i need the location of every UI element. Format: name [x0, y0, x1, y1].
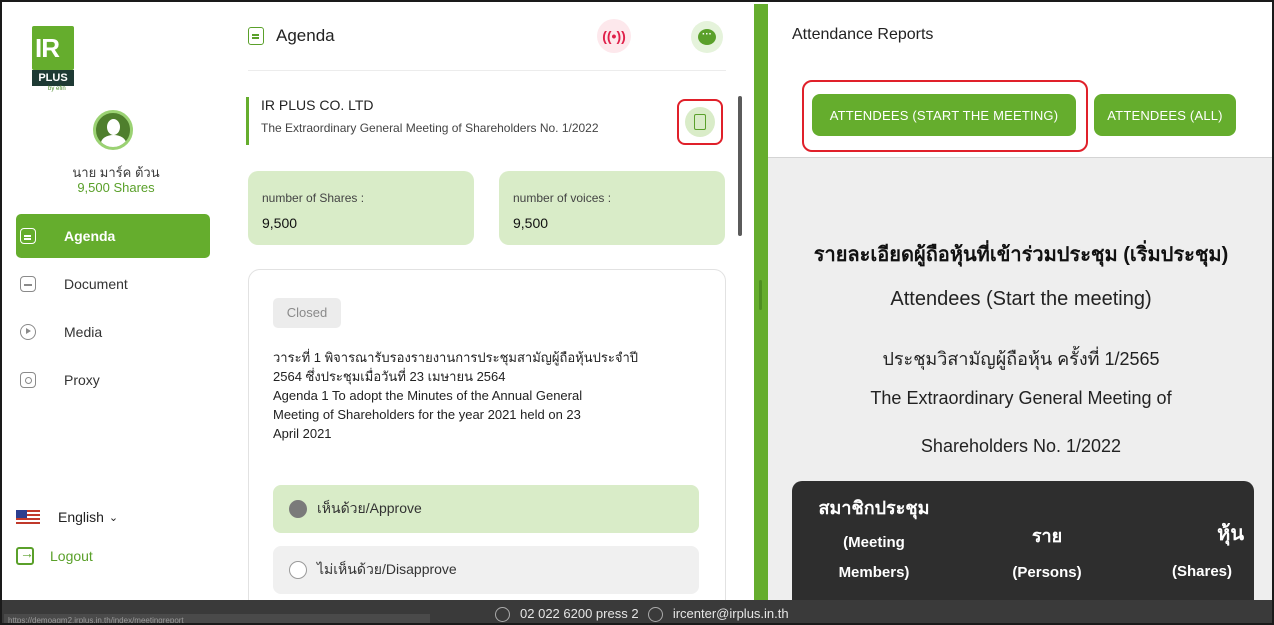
agenda-icon: [20, 228, 36, 244]
report-content: รายละเอียดผู้ถือหุ้นที่เข้าร่วมประชุม (เ…: [768, 158, 1272, 600]
vote-label: เห็นด้วย/Approve: [317, 500, 422, 516]
radio-unchecked-icon[interactable]: [289, 561, 307, 579]
stat-label: number of Shares :: [262, 191, 365, 205]
panel-splitter[interactable]: [754, 4, 768, 600]
us-flag-icon: [16, 510, 40, 524]
attendees-all-button[interactable]: ATTENDEES (ALL): [1094, 94, 1236, 136]
footer: 02 022 6200 press 2 ircenter@irplus.in.t…: [2, 600, 1272, 623]
irplus-logo[interactable]: IR PLUS by efin: [32, 26, 74, 92]
persons-column: ราย (Persons): [992, 521, 1102, 588]
email-icon: [648, 607, 664, 623]
stat-value: 9,500: [262, 215, 298, 231]
company-name: IR PLUS CO. LTD: [261, 97, 374, 113]
agenda-line: Agenda 1 To adopt the Minutes of the Ann…: [273, 388, 583, 403]
logo-by-text: by efin: [48, 86, 66, 92]
chat-button[interactable]: ···: [691, 21, 723, 53]
report-heading-en: Attendees (Start the meeting): [890, 288, 1152, 310]
members-en-label: (Meeting: [843, 534, 905, 551]
vote-label: ไม่เห็นด้วย/Disapprove: [317, 561, 457, 577]
language-selector[interactable]: English ⌄: [16, 509, 118, 525]
agenda-title: Agenda: [276, 26, 335, 45]
language-label: English: [58, 509, 104, 525]
agenda-item-card: Closed วาระที่ 1 พิจารณารับรองรายงานการป…: [248, 269, 726, 600]
highlight-box: [802, 80, 1088, 152]
media-icon: [20, 324, 36, 340]
live-broadcast-icon: ((•)): [602, 28, 626, 44]
report-toolbar: ATTENDEES (START THE MEETING) ATTENDEES …: [768, 70, 1272, 158]
shares-en-label: (Shares): [1171, 563, 1233, 580]
logout-button[interactable]: Logout: [16, 545, 93, 565]
agenda-line: วาระที่ 1 พิจารณารับรองรายงานการประชุมสา…: [273, 350, 639, 365]
shares-stat-card: number of Shares : 9,500: [248, 171, 474, 245]
sidebar-item-proxy[interactable]: Proxy: [16, 358, 210, 402]
meeting-name-en-2: Shareholders No. 1/2022: [920, 436, 1122, 456]
agenda-line: 2564 ซึ่งประชุมเมื่อวันที่ 23 เมษายน 256…: [273, 369, 506, 384]
sidebar-item-label: Document: [64, 276, 128, 292]
agenda-line: April 2021: [273, 426, 332, 441]
stat-value: 9,500: [513, 215, 549, 231]
radio-checked-icon[interactable]: [289, 500, 307, 518]
persons-th-label: ราย: [1031, 526, 1063, 546]
sidebar-item-label: Proxy: [64, 372, 100, 388]
report-heading-th: รายละเอียดผู้ถือหุ้นที่เข้าร่วมประชุม (เ…: [813, 244, 1229, 266]
report-panel: Attendance Reports ATTENDEES (START THE …: [768, 4, 1272, 600]
proxy-icon: [20, 372, 36, 388]
chat-icon: ···: [698, 29, 716, 45]
company-info: IR PLUS CO. LTD The Extraordinary Genera…: [246, 97, 599, 145]
vote-disapprove-option[interactable]: ไม่เห็นด้วย/Disapprove: [273, 546, 699, 594]
sidebar: IR PLUS by efin นาย มาร์ค ต้วน 9,500 Sha…: [4, 4, 228, 600]
scrollbar[interactable]: [738, 96, 742, 236]
status-badge: Closed: [273, 298, 341, 328]
members-column: สมาชิกประชุม (Meeting Members): [810, 493, 938, 588]
voices-stat-card: number of voices : 9,500: [499, 171, 725, 245]
meeting-name-en-1: The Extraordinary General Meeting of: [870, 388, 1172, 408]
status-bar-url: https://demoagm2.irplus.in.th/index/meet…: [4, 614, 430, 623]
sidebar-item-label: Media: [64, 324, 103, 340]
divider: [248, 70, 726, 71]
agenda-line: Meeting of Shareholders for the year 202…: [273, 407, 581, 422]
agenda-header: Agenda: [248, 26, 335, 46]
highlight-box: [677, 99, 723, 145]
vote-approve-option[interactable]: เห็นด้วย/Approve: [273, 485, 699, 533]
user-shares: 9,500 Shares: [77, 180, 155, 195]
chevron-down-icon: ⌄: [108, 511, 119, 524]
sidebar-item-document[interactable]: Document: [16, 262, 210, 306]
footer-email[interactable]: ircenter@irplus.in.th: [673, 606, 789, 621]
footer-phone[interactable]: 02 022 6200 press 2: [520, 606, 639, 621]
logout-icon: [16, 545, 34, 565]
live-button[interactable]: ((•)): [597, 19, 631, 53]
logo-plus-text: PLUS: [32, 70, 74, 86]
avatar[interactable]: [93, 110, 133, 150]
shares-th-label: หุ้น: [1217, 523, 1244, 545]
members-table-header: สมาชิกประชุม (Meeting Members) ราย (Pers…: [792, 481, 1254, 600]
shares-column: หุ้น (Shares): [1152, 517, 1252, 587]
meeting-name-th: ประชุมวิสามัญผู้ถือหุ้น ครั้งที่ 1/2565: [882, 349, 1160, 369]
report-title: Attendance Reports: [792, 26, 934, 43]
logout-label: Logout: [50, 548, 93, 564]
phone-icon: [495, 607, 511, 623]
stat-label: number of voices :: [513, 191, 612, 205]
persons-en-label: (Persons): [1012, 564, 1082, 581]
meeting-name: The Extraordinary General Meeting of Sha…: [261, 121, 599, 135]
sidebar-item-media[interactable]: Media: [16, 310, 210, 354]
members-en-label: Members): [838, 564, 910, 581]
splitter-grip-icon[interactable]: [759, 280, 762, 310]
logo-ir-text: IR: [35, 33, 60, 63]
agenda-panel: Agenda ((•)) ··· IR PLUS CO. LTD The Ext…: [230, 4, 750, 600]
sidebar-item-label: Agenda: [64, 228, 116, 244]
agenda-icon: [248, 27, 264, 45]
sidebar-item-agenda[interactable]: Agenda: [16, 214, 210, 258]
members-th-label: สมาชิกประชุม: [818, 498, 930, 518]
document-icon: [20, 276, 36, 292]
agenda-item-text: วาระที่ 1 พิจารณารับรองรายงานการประชุมสา…: [273, 348, 703, 443]
app-window: IR PLUS by efin นาย มาร์ค ต้วน 9,500 Sha…: [0, 0, 1274, 625]
